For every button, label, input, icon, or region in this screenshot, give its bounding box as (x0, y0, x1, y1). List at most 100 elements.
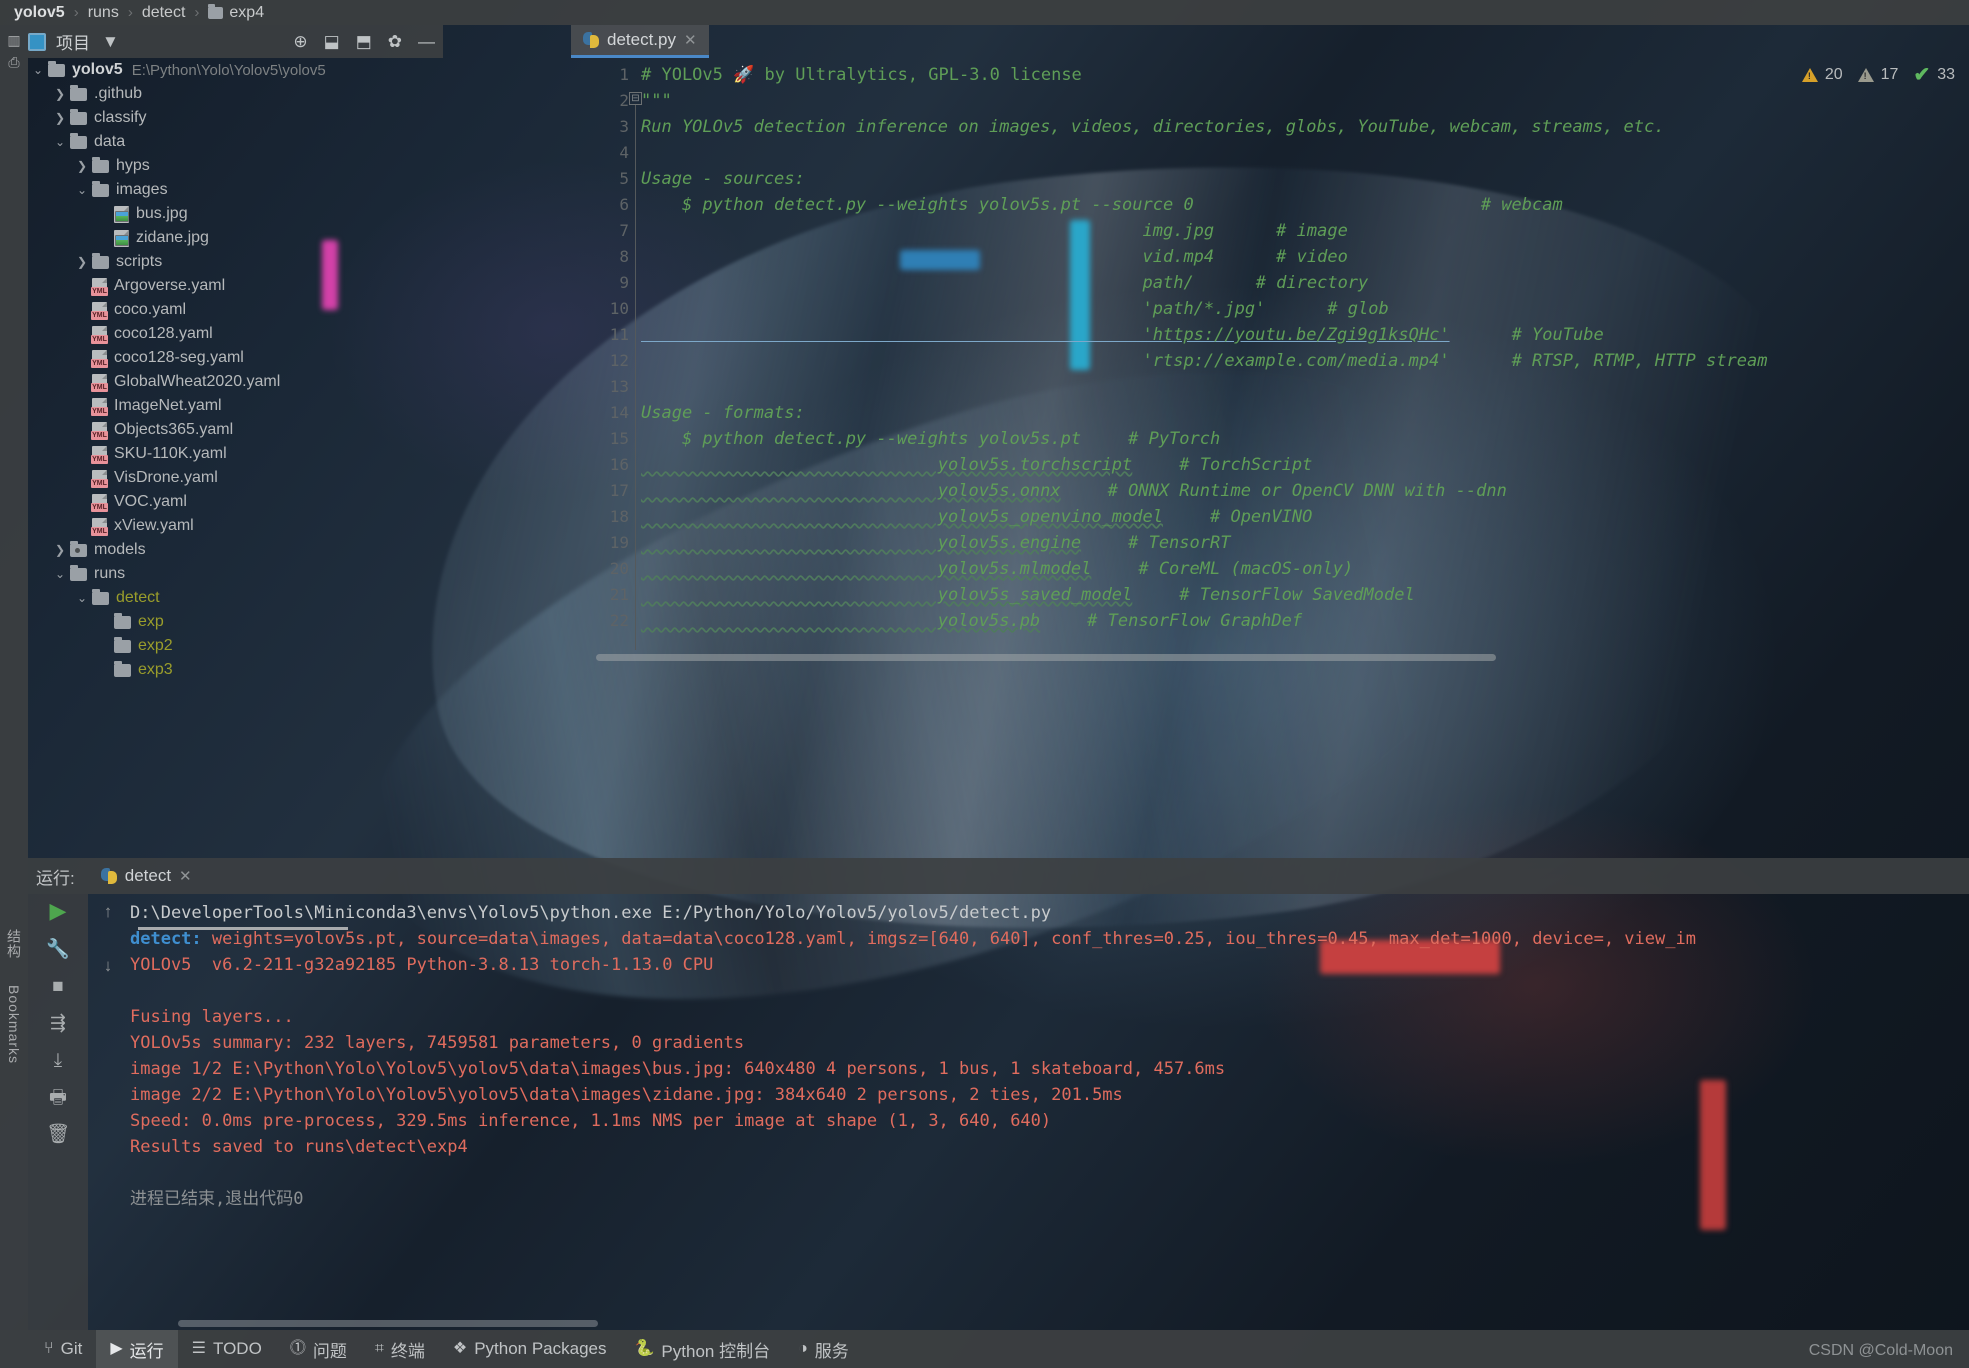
code-line[interactable]: # YOLOv5 🚀 by Ultralytics, GPL-3.0 licen… (641, 62, 1969, 88)
breadcrumb-item-runs[interactable]: runs (88, 4, 119, 22)
code-fold-marker[interactable]: ⊟ (629, 92, 642, 105)
tree-item-images[interactable]: ⌄ images (28, 178, 443, 202)
code-line[interactable]: img.jpg # image (641, 218, 1969, 244)
status-bar-item--[interactable]: ⌗ 终端 (361, 1330, 439, 1368)
expand-all-icon[interactable]: ⬓ (324, 33, 340, 50)
code-line[interactable]: yolov5s.mlmodel # CoreML (macOS-only) (641, 556, 1969, 582)
status-bar-item-git[interactable]: ⑂ Git (30, 1330, 96, 1368)
tree-item-coco-yaml[interactable]: coco.yaml (28, 298, 443, 322)
tree-item-objects365-yaml[interactable]: Objects365.yaml (28, 418, 443, 442)
tree-item-data[interactable]: ⌄ data (28, 130, 443, 154)
run-tab-detect[interactable]: detect ✕ (100, 866, 192, 886)
tree-item-scripts[interactable]: ❯ scripts (28, 250, 443, 274)
code-line[interactable]: $ python detect.py --weights yolov5s.pt … (641, 192, 1969, 218)
down-arrow-icon[interactable]: ↓ (104, 956, 113, 976)
hide-panel-icon[interactable]: — (418, 33, 435, 50)
tree-item-argoverse-yaml[interactable]: Argoverse.yaml (28, 274, 443, 298)
clear-all-icon[interactable]: 🗑 (46, 1125, 70, 1144)
chevron-right-icon[interactable]: ❯ (72, 159, 92, 173)
tree-item-globalwheat2020-yaml[interactable]: GlobalWheat2020.yaml (28, 370, 443, 394)
print-icon[interactable]: 🖶 (49, 1088, 67, 1107)
tree-item--github[interactable]: ❯ .github (28, 82, 443, 106)
tree-item-classify[interactable]: ❯ classify (28, 106, 443, 130)
tree-item-models[interactable]: ❯ models (28, 538, 443, 562)
up-arrow-icon[interactable]: ↑ (104, 902, 113, 922)
tree-item-sku-110k-yaml[interactable]: SKU-110K.yaml (28, 442, 443, 466)
tree-item-imagenet-yaml[interactable]: ImageNet.yaml (28, 394, 443, 418)
code-line[interactable] (641, 374, 1969, 400)
tree-item-exp3[interactable]: exp3 (28, 658, 443, 678)
code-line[interactable]: 'path/*.jpg' # glob (641, 296, 1969, 322)
sidebar-item-structure[interactable]: 结构 (4, 929, 24, 959)
project-view-icon[interactable]: ▥ (7, 33, 20, 47)
close-icon[interactable]: ✕ (684, 31, 697, 49)
close-icon[interactable]: ✕ (179, 867, 192, 885)
code-editor[interactable]: 1 2 3 4 5 6 7 8 9 10 11 12 13 14 15 16 17 18 19 20 21 22 ⊟ # … (571, 58, 1969, 663)
chevron-down-icon[interactable]: ⌄ (50, 567, 70, 581)
code-line[interactable]: vid.mp4 # video (641, 244, 1969, 270)
inspection-widget[interactable]: 20 17 ✔ 33 (1801, 62, 1955, 87)
project-file-tree[interactable]: ⌄ yolov5 E:\Python\Yolo\Yolov5\yolov5 ❯ .git… (28, 58, 443, 678)
editor-horizontal-scrollbar[interactable] (596, 654, 1496, 661)
status-bar-item-todo[interactable]: ☰ TODO (178, 1330, 276, 1368)
tree-item-xview-yaml[interactable]: xView.yaml (28, 514, 443, 538)
tree-item-zidane-jpg[interactable]: zidane.jpg (28, 226, 443, 250)
select-opened-file-icon[interactable]: ⊕ (293, 33, 307, 50)
breadcrumb-item-exp4[interactable]: exp4 (229, 4, 264, 22)
tree-item-runs[interactable]: ⌄ runs (28, 562, 443, 586)
run-console-output[interactable]: D:\DeveloperTools\Miniconda3\envs\Yolov5… (130, 894, 1969, 1330)
chevron-down-icon[interactable]: ⌄ (72, 183, 92, 197)
settings-wrench-icon[interactable]: 🔧 (46, 940, 70, 959)
code-line[interactable]: """ (641, 88, 1969, 114)
status-bar-item-python-packages[interactable]: ❖ Python Packages (439, 1330, 621, 1368)
code-line[interactable]: yolov5s_openvino_model # OpenVINO (641, 504, 1969, 530)
code-line[interactable]: yolov5s.torchscript # TorchScript (641, 452, 1969, 478)
tree-item-hyps[interactable]: ❯ hyps (28, 154, 443, 178)
tree-item-visdrone-yaml[interactable]: VisDrone.yaml (28, 466, 443, 490)
code-line[interactable]: $ python detect.py --weights yolov5s.pt #… (641, 426, 1969, 452)
tree-item-detect[interactable]: ⌄ detect (28, 586, 443, 610)
chevron-down-icon[interactable]: ▼ (102, 33, 119, 50)
code-line[interactable]: Usage - sources: (641, 166, 1969, 192)
tree-item-exp2[interactable]: exp2 (28, 634, 443, 658)
settings-gear-icon[interactable]: ✿ (388, 33, 402, 50)
status-bar-item--[interactable]: ▶ 运行 (96, 1330, 178, 1368)
chevron-right-icon[interactable]: ❯ (72, 255, 92, 269)
code-line[interactable]: 'https://youtu.be/Zgi9g1ksQHc' # YouTube (641, 322, 1969, 348)
tree-item-coco128-yaml[interactable]: coco128.yaml (28, 322, 443, 346)
code-line[interactable]: yolov5s.pb # TensorFlow GraphDef (641, 608, 1969, 634)
code-line[interactable]: Usage - formats: (641, 400, 1969, 426)
code-content[interactable]: # YOLOv5 🚀 by Ultralytics, GPL-3.0 licen… (641, 62, 1969, 662)
code-line[interactable] (641, 140, 1969, 166)
status-bar-item--[interactable]: ⓵ 问题 (276, 1330, 361, 1368)
rerun-button[interactable]: ▶ (50, 900, 67, 922)
code-line[interactable]: Run YOLOv5 detection inference on images… (641, 114, 1969, 140)
commit-icon[interactable]: ⎙ (8, 55, 19, 69)
tree-item-voc-yaml[interactable]: VOC.yaml (28, 490, 443, 514)
chevron-right-icon[interactable]: ❯ (50, 543, 70, 557)
soft-wrap-icon[interactable]: ⇶ (50, 1014, 66, 1033)
tree-item-exp[interactable]: exp (28, 610, 443, 634)
code-line[interactable]: 'rtsp://example.com/media.mp4' # RTSP, RT… (641, 348, 1969, 374)
tab-detect-py[interactable]: detect.py ✕ (571, 25, 709, 58)
chevron-right-icon[interactable]: ❯ (50, 87, 70, 101)
code-line[interactable]: path/ # directory (641, 270, 1969, 296)
breadcrumb-item-root[interactable]: yolov5 (14, 4, 65, 22)
breadcrumb-item-detect[interactable]: detect (142, 4, 186, 22)
chevron-down-icon[interactable]: ⌄ (72, 591, 92, 605)
status-bar-item--[interactable]: ◑ 服务 (784, 1330, 863, 1368)
chevron-down-icon[interactable]: ⌄ (50, 135, 70, 149)
status-bar-item-python-[interactable]: 🐍 Python 控制台 (621, 1330, 785, 1368)
tree-item-yolov5[interactable]: ⌄ yolov5 E:\Python\Yolo\Yolov5\yolov5 (28, 58, 443, 82)
stop-button[interactable]: ■ (52, 977, 63, 996)
collapse-all-icon[interactable]: ⬒ (356, 33, 372, 50)
run-console-scrollbar[interactable] (178, 1320, 598, 1327)
tree-item-bus-jpg[interactable]: bus.jpg (28, 202, 443, 226)
code-line[interactable]: yolov5s.onnx # ONNX Runtime or OpenCV DNN… (641, 478, 1969, 504)
chevron-right-icon[interactable]: ❯ (50, 111, 70, 125)
tree-item-coco128-seg-yaml[interactable]: coco128-seg.yaml (28, 346, 443, 370)
sidebar-item-bookmarks[interactable]: Bookmarks (6, 985, 22, 1064)
chevron-down-icon[interactable]: ⌄ (28, 63, 48, 77)
scroll-to-end-icon[interactable]: ⤓ (54, 1051, 62, 1070)
code-line[interactable]: yolov5s.engine # TensorRT (641, 530, 1969, 556)
